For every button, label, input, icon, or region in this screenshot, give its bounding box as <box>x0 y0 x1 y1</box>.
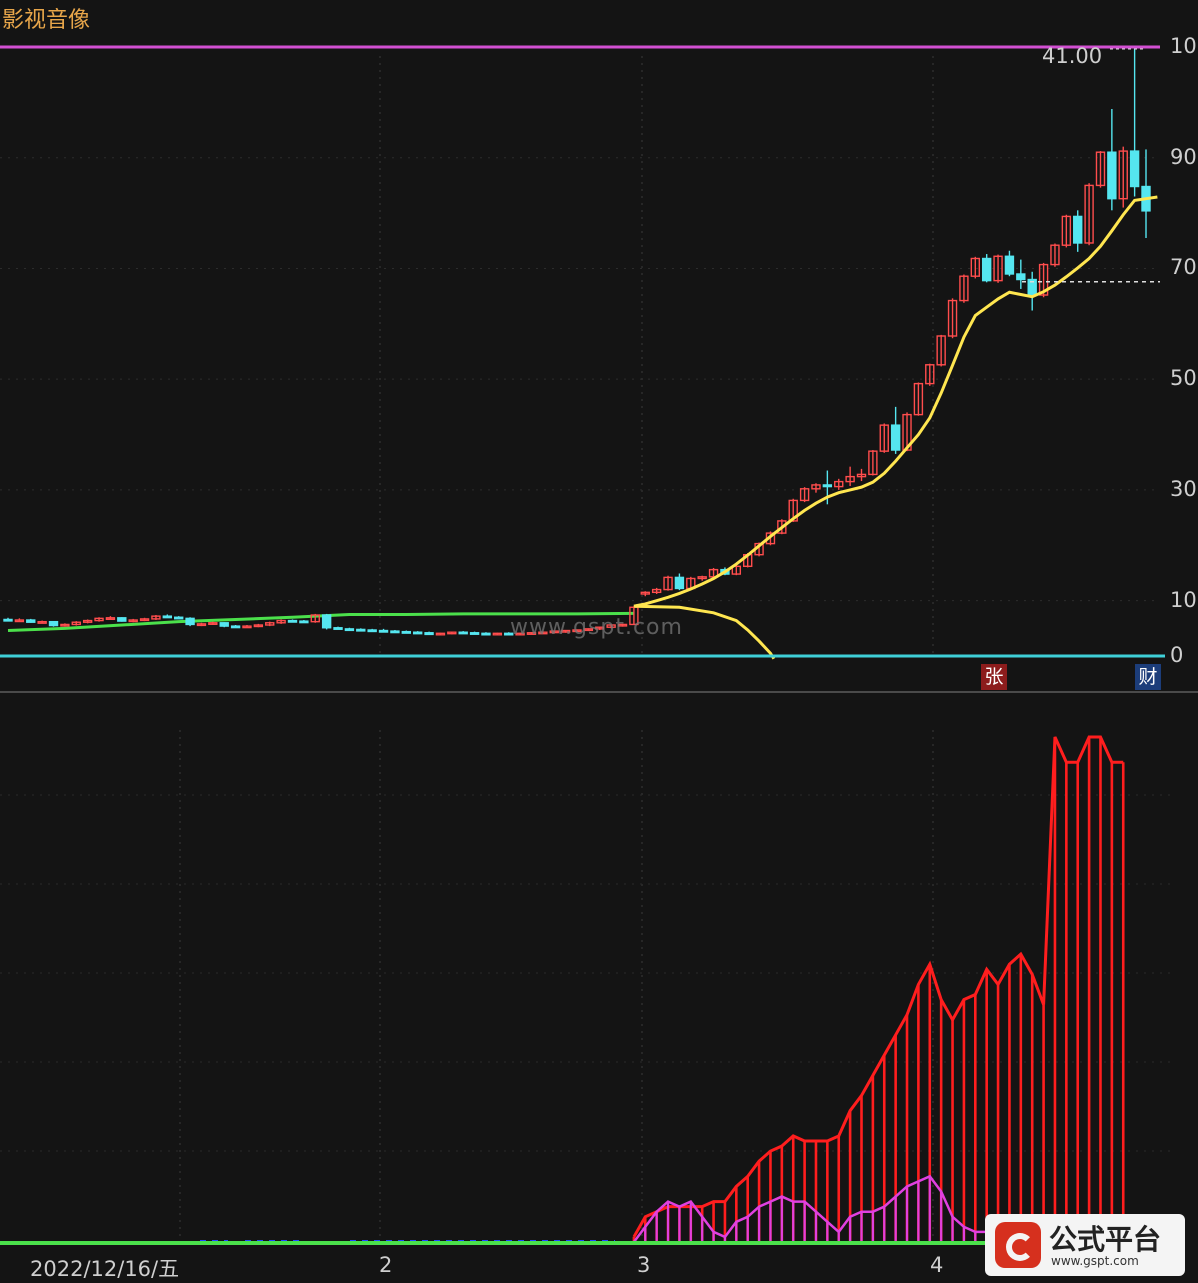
price-axis-label: 0 <box>1170 643 1184 667</box>
candle-body <box>378 629 389 633</box>
candle-body <box>356 628 366 632</box>
date-label-3: 3 <box>637 1253 651 1277</box>
candle-body <box>367 629 377 633</box>
candle-body <box>299 620 309 624</box>
gspt-logo-icon <box>995 1222 1041 1268</box>
date-label-start: 2022/12/16/五 <box>30 1257 180 1281</box>
candle-body <box>822 484 833 488</box>
candle-body <box>401 630 411 634</box>
price-axis-label: 50 <box>1170 366 1197 391</box>
candle-body <box>173 616 184 620</box>
logo-text: 公式平台 <box>1049 1223 1162 1256</box>
price-axis-label: 30 <box>1170 476 1197 501</box>
candle-body <box>185 617 195 626</box>
watermark: www.gspt.com <box>510 615 683 640</box>
candle-body <box>162 615 173 619</box>
price-axis-label: 10 <box>1170 587 1197 612</box>
max-price-annotation: 41.00 <box>1042 44 1103 68</box>
candle-body <box>3 618 13 622</box>
candle-body <box>321 614 332 629</box>
candle-body <box>981 257 992 282</box>
candle-body <box>117 617 127 622</box>
candle-body <box>1004 255 1015 275</box>
chart-canvas <box>0 45 1198 1245</box>
candle-body <box>890 424 901 451</box>
candle-body <box>333 627 343 630</box>
candle-body <box>230 625 241 629</box>
reference-lines <box>0 45 1170 1245</box>
candle-body <box>1107 151 1117 200</box>
candle-body <box>481 632 491 636</box>
candle-body <box>1073 215 1083 244</box>
price-axis-label: 90 <box>1170 144 1197 169</box>
grid-lines <box>0 56 1198 1240</box>
gspt-logo: 公式平台 www.gspt.com <box>985 1214 1185 1276</box>
candle-body <box>424 632 434 636</box>
candle-body <box>219 622 229 627</box>
oscillator-panel <box>200 735 1125 1244</box>
price-axis-label: 10 <box>1170 34 1197 58</box>
date-label-4: 4 <box>930 1253 944 1277</box>
ma-line <box>633 195 1158 608</box>
candle-body <box>26 619 36 623</box>
candle-body <box>48 620 59 627</box>
candle-body <box>287 619 298 623</box>
date-label-2: 2 <box>379 1253 393 1277</box>
price-axis-label: 70 <box>1170 255 1197 280</box>
candle-body <box>390 630 400 634</box>
badge-zhang[interactable]: 张 <box>981 664 1007 690</box>
osc-red-line <box>632 735 1124 1238</box>
candle-body <box>344 628 355 632</box>
candlestick-series <box>3 47 1151 636</box>
candle-body <box>674 576 685 590</box>
candle-body <box>412 631 423 635</box>
candle-body <box>458 631 468 635</box>
badge-cai[interactable]: 财 <box>1135 664 1161 690</box>
candle-body <box>1016 273 1026 281</box>
stock-title: 影视音像 <box>2 8 91 33</box>
candle-body <box>469 632 480 635</box>
candle-body <box>1129 150 1140 188</box>
logo-url: www.gspt.com <box>1051 1254 1139 1268</box>
